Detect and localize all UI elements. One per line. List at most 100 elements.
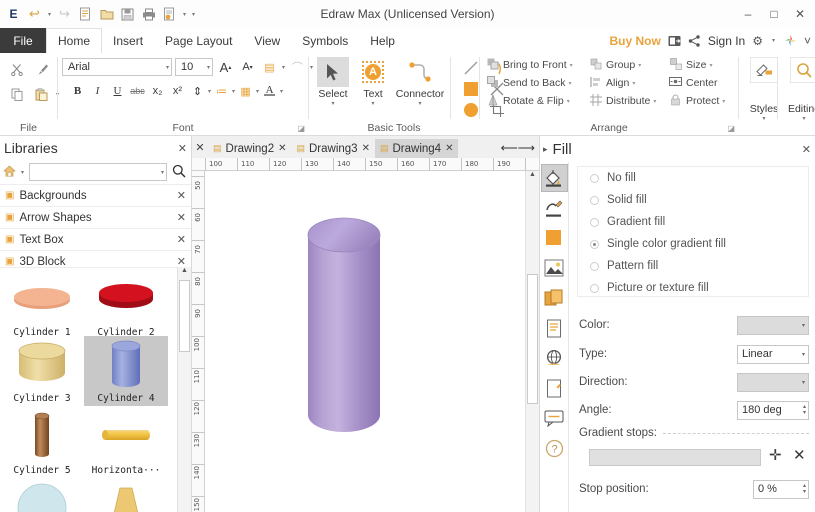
chevron-down-icon[interactable]: ▾ xyxy=(570,62,573,69)
library-shape-cylinder-2[interactable]: Cylinder 2 xyxy=(84,270,168,338)
fill-bucket-icon[interactable] xyxy=(540,164,568,192)
angle-spinner[interactable]: ▴ ▾ xyxy=(803,404,808,416)
library-shape-horizontal-cylinder[interactable]: Horizonta··· xyxy=(84,408,168,476)
new-document-icon[interactable] xyxy=(76,5,95,24)
library-category-close-icon[interactable]: ✕ xyxy=(177,189,186,202)
color-picker[interactable]: ▾ xyxy=(737,315,809,335)
scroll-up-icon[interactable]: ▲ xyxy=(526,171,539,184)
chevron-down-icon[interactable]: ▾ xyxy=(802,351,808,358)
bring-to-front-button[interactable]: Bring to Front ▾ xyxy=(485,56,573,74)
scrollbar-thumb[interactable] xyxy=(527,274,538,404)
library-category-arrow-shapes[interactable]: ▣ Arrow Shapes ✕ xyxy=(0,206,191,228)
text-align-icon[interactable]: ▤ xyxy=(260,58,279,76)
fill-option-gradient-fill[interactable]: Gradient fill xyxy=(578,211,808,233)
font-color-icon[interactable]: A xyxy=(260,82,279,100)
angle-input[interactable]: 180 deg ▴ ▾ xyxy=(737,400,809,420)
select-tool-caret-icon[interactable]: ▾ xyxy=(313,100,353,107)
copy-icon[interactable] xyxy=(6,84,28,104)
chevron-down-icon[interactable]: ▾ xyxy=(722,98,725,105)
strikethrough-button[interactable]: abc xyxy=(128,82,147,100)
buy-now-link[interactable]: Buy Now xyxy=(610,34,661,48)
gradient-type-select[interactable]: Linear ▾ xyxy=(737,344,809,364)
chevron-down-icon[interactable]: ▾ xyxy=(802,379,808,386)
text-tool[interactable]: A Text ▾ xyxy=(353,57,393,107)
menu-item-insert[interactable]: Insert xyxy=(102,28,154,53)
fill-option-picture-or-texture-fill[interactable]: Picture or texture fill xyxy=(578,277,808,299)
chevron-down-icon[interactable]: ▾ xyxy=(653,98,656,105)
save-icon[interactable] xyxy=(118,5,137,24)
undo-icon[interactable]: ↩ xyxy=(25,5,44,24)
menu-item-file[interactable]: File xyxy=(0,28,46,53)
panel-collapse-icon[interactable]: ▸ xyxy=(543,144,548,155)
home-caret-icon[interactable]: ▾ xyxy=(19,169,26,176)
export-icon[interactable] xyxy=(160,5,179,24)
remove-gradient-stop-button[interactable]: ✕ xyxy=(793,446,806,464)
library-category-close-icon[interactable]: ✕ xyxy=(177,233,186,246)
library-category-backgrounds[interactable]: ▣ Backgrounds ✕ xyxy=(0,184,191,206)
superscript-button[interactable]: x² xyxy=(168,82,187,100)
bullets-icon[interactable]: ≔ xyxy=(212,82,231,100)
layers-icon[interactable] xyxy=(541,284,568,312)
underline-button[interactable]: U xyxy=(108,82,127,100)
library-shape-cylinder-3[interactable]: Cylinder 3 xyxy=(0,336,84,404)
gear-icon[interactable]: ⚙ xyxy=(752,34,763,48)
line-spacing-icon[interactable]: ⇕ xyxy=(188,82,207,100)
picture-icon[interactable] xyxy=(541,254,568,282)
font-color-caret-icon[interactable]: ▾ xyxy=(280,88,283,95)
search-icon[interactable] xyxy=(170,164,188,181)
line-spacing-caret-icon[interactable]: ▾ xyxy=(208,88,211,95)
gradient-stops-bar[interactable] xyxy=(589,449,761,466)
open-folder-icon[interactable] xyxy=(97,5,116,24)
subscript-button[interactable]: x₂ xyxy=(148,82,167,100)
editing-caret-icon[interactable]: ▾ xyxy=(780,115,815,122)
library-shape-cylinder-5[interactable]: Cylinder 5 xyxy=(0,408,84,476)
tab-close-icon[interactable]: ✕ xyxy=(278,143,286,154)
shrink-font-icon[interactable]: A ▾ xyxy=(238,58,257,76)
library-shape-cylinder-4[interactable]: Cylinder 4 xyxy=(84,336,168,406)
line-pen-icon[interactable] xyxy=(541,194,568,222)
align-button[interactable]: Align ▾ xyxy=(588,74,656,92)
home-icon[interactable] xyxy=(3,165,16,180)
distribute-button[interactable]: Distribute ▾ xyxy=(588,92,656,110)
fill-option-single-color-gradient-fill[interactable]: Single color gradient fill xyxy=(578,233,808,255)
menu-item-view[interactable]: View xyxy=(243,28,291,53)
font-family-select[interactable]: Arial ▾ xyxy=(62,58,172,76)
redo-icon[interactable]: ↪ xyxy=(55,5,74,24)
chevron-down-icon[interactable]: ▾ xyxy=(709,62,712,69)
vertical-ruler[interactable]: 50 60 70 80 90 100 110 120 130 140 150 xyxy=(192,171,205,512)
fill-option-solid-fill[interactable]: Solid fill xyxy=(578,189,808,211)
document-list-icon[interactable] xyxy=(541,314,568,342)
export-caret-icon[interactable]: ▾ xyxy=(181,11,188,18)
cylinder-shape[interactable] xyxy=(306,215,382,440)
maximize-button[interactable]: □ xyxy=(761,3,787,25)
tab-drawing3[interactable]: ▤ Drawing3 ✕ xyxy=(291,139,374,158)
rotate-flip-button[interactable]: Rotate & Flip ▾ xyxy=(485,92,573,110)
font-dialog-launcher[interactable]: ◪ xyxy=(297,124,305,133)
libraries-close-icon[interactable]: ✕ xyxy=(178,142,187,155)
canvas-vertical-scrollbar[interactable]: ▲ xyxy=(525,171,539,512)
chevron-down-icon[interactable]: ▾ xyxy=(632,80,635,87)
arrange-dialog-launcher[interactable]: ◪ xyxy=(727,124,735,133)
tab-drawing4[interactable]: ▤ Drawing4 ✕ xyxy=(374,139,459,158)
chevron-down-icon[interactable]: ▾ xyxy=(568,80,571,87)
library-category-text-box[interactable]: ▣ Text Box ✕ xyxy=(0,228,191,250)
share-icon[interactable] xyxy=(688,34,701,47)
hyperlink-globe-icon[interactable] xyxy=(541,344,568,372)
help-icon[interactable]: ? xyxy=(541,434,568,462)
send-to-back-button[interactable]: Send to Back ▾ xyxy=(485,74,573,92)
chevron-down-icon[interactable]: ▾ xyxy=(567,98,570,105)
cut-icon[interactable] xyxy=(6,59,28,79)
tab-drawing2[interactable]: ▤ Drawing2 ✕ xyxy=(208,139,291,158)
scroll-up-icon[interactable]: ▲ xyxy=(178,267,191,280)
fill-panel-close-icon[interactable]: ✕ xyxy=(802,143,815,156)
protect-button[interactable]: Protect ▾ xyxy=(668,92,725,110)
tab-close-icon[interactable]: ✕ xyxy=(445,143,453,154)
chevron-down-icon[interactable]: ▾ xyxy=(802,322,808,329)
library-category-close-icon[interactable]: ✕ xyxy=(177,211,186,224)
close-button[interactable]: ✕ xyxy=(787,3,813,25)
stop-position-spinner[interactable]: ▴ ▾ xyxy=(803,483,808,495)
curve-text-icon[interactable]: ⌒ xyxy=(288,58,307,76)
drawing-page[interactable] xyxy=(205,171,525,512)
cloud-icon[interactable] xyxy=(668,35,681,47)
tab-nav-arrows[interactable]: ⟵⟶ xyxy=(501,141,539,158)
